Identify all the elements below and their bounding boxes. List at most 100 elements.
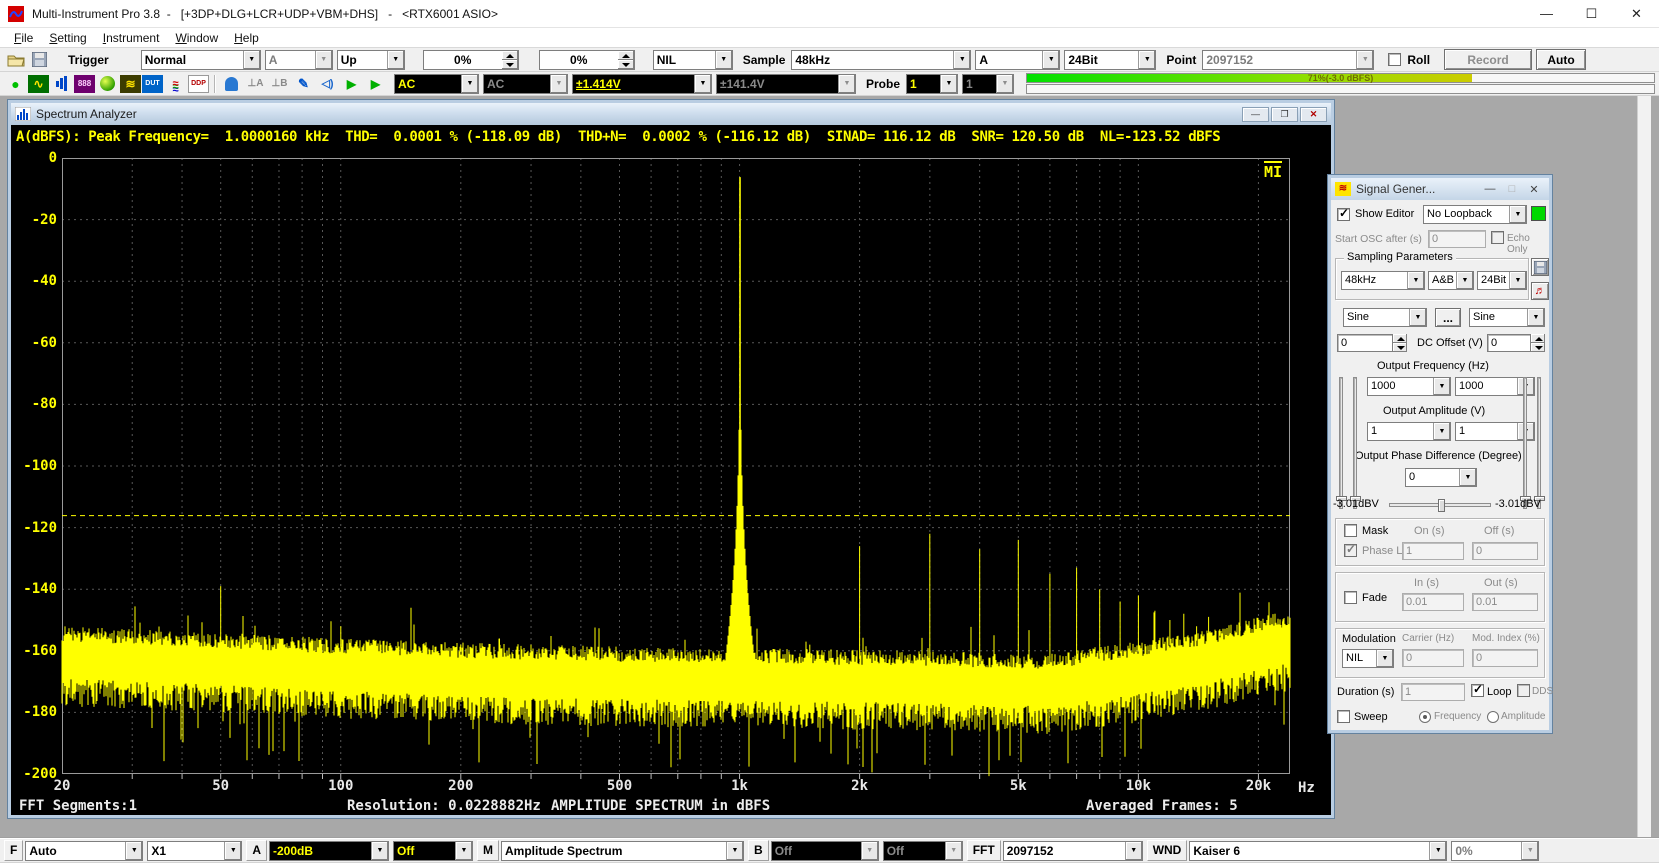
minimize-icon[interactable]: —: [1524, 0, 1569, 28]
display-mode-select[interactable]: Amplitude Spectrum: [501, 841, 744, 861]
sweep-checkbox[interactable]: [1337, 710, 1350, 723]
level-right-label: -3.01dBV: [1495, 498, 1541, 510]
menu-file[interactable]: File: [6, 29, 41, 47]
close-icon[interactable]: ✕: [1300, 107, 1327, 122]
maximize-icon[interactable]: □: [1501, 183, 1523, 196]
range-a-display-select[interactable]: -200dB: [269, 841, 389, 861]
amplitude-a-slider[interactable]: [1339, 377, 1343, 509]
trigger-source-select: A: [265, 50, 333, 70]
spinner-buttons[interactable]: [618, 51, 634, 69]
window-function-select[interactable]: Kaiser 6: [1189, 841, 1447, 861]
sample-rate-select[interactable]: 48kHz: [791, 50, 971, 70]
signal-generator-titlebar[interactable]: ≋ Signal Gener... — □ ✕: [1331, 178, 1549, 200]
ground-a-icon[interactable]: ⊥A: [244, 74, 267, 94]
close-icon[interactable]: ✕: [1614, 0, 1659, 28]
dc-offset-a-input[interactable]: 0: [1337, 334, 1393, 352]
run-icon[interactable]: ●: [4, 74, 27, 94]
multimeter-icon[interactable]: 888: [74, 75, 95, 93]
dc-offset-b-spinner[interactable]: [1531, 334, 1545, 352]
window-title: Multi-Instrument Pro 3.8 - [+3DP+DLG+LCR…: [32, 7, 498, 21]
fft-size-select[interactable]: 2097152: [1003, 841, 1143, 861]
oscilloscope-icon[interactable]: ∿: [28, 75, 49, 93]
music-notes-icon[interactable]: ♬: [1531, 282, 1549, 300]
minimize-icon[interactable]: —: [1242, 107, 1269, 122]
chevron-down-icon: [1409, 309, 1426, 326]
fade-checkbox[interactable]: [1344, 591, 1357, 604]
frequency-b-slider[interactable]: [1523, 377, 1527, 509]
generator-bits-select[interactable]: 24Bit: [1477, 271, 1527, 290]
amplitude-a-select[interactable]: 1: [1367, 422, 1451, 441]
show-editor-checkbox[interactable]: [1337, 208, 1350, 221]
probe-a-select[interactable]: 1: [906, 74, 958, 94]
maximize-icon[interactable]: ☐: [1569, 0, 1614, 28]
spectrum-3d-plot-icon[interactable]: [96, 74, 119, 94]
menu-setting[interactable]: Setting: [41, 29, 94, 47]
modulation-select[interactable]: NIL: [1342, 649, 1394, 668]
trigger-delay-spin[interactable]: 0%: [539, 50, 635, 70]
open-file-icon[interactable]: [4, 50, 27, 70]
spectrum-analyzer-titlebar[interactable]: Spectrum Analyzer — ❐ ✕: [11, 103, 1331, 125]
roll-checkbox[interactable]: [1388, 53, 1401, 66]
loop-checkbox[interactable]: [1471, 684, 1484, 697]
range-a-select[interactable]: ±1.414V: [572, 74, 712, 94]
frequency-a-select[interactable]: 1000: [1367, 377, 1451, 396]
sweep-amplitude-radio[interactable]: [1487, 711, 1499, 723]
ref-a-select[interactable]: Off: [393, 841, 473, 861]
trigger-level-spin[interactable]: 0%: [423, 50, 519, 70]
sample-channel-select[interactable]: A: [975, 50, 1060, 70]
mask-label: Mask: [1362, 525, 1388, 537]
more-waveforms-button[interactable]: ...: [1435, 308, 1461, 327]
waveform-b-select[interactable]: Sine: [1469, 308, 1545, 327]
sweep-frequency-radio[interactable]: [1419, 711, 1431, 723]
generator-channels-select[interactable]: A&B: [1428, 271, 1474, 290]
speaker-icon[interactable]: ◁): [316, 74, 339, 94]
minimize-icon[interactable]: —: [1479, 183, 1501, 196]
spectrum-analyzer-icon[interactable]: [50, 74, 73, 94]
menu-window[interactable]: Window: [167, 29, 226, 47]
dc-offset-a-spinner[interactable]: [1393, 334, 1407, 352]
menu-instrument[interactable]: Instrument: [95, 29, 168, 47]
ground-b-icon[interactable]: ⊥B: [268, 74, 291, 94]
phase-difference-select[interactable]: 0: [1405, 468, 1477, 487]
spinner-buttons[interactable]: [502, 51, 518, 69]
loopback-select[interactable]: No Loopback: [1423, 205, 1527, 224]
zoom-select[interactable]: X1: [147, 841, 242, 861]
amplitude-b-slider[interactable]: [1537, 377, 1541, 509]
save-icon[interactable]: [28, 50, 51, 70]
separator: [214, 75, 216, 93]
coupling-a-select[interactable]: AC: [394, 74, 479, 94]
waveform-a-select[interactable]: Sine: [1343, 308, 1427, 327]
play-a-icon[interactable]: ▶: [340, 74, 363, 94]
ddp-viewer-icon[interactable]: DDP: [188, 75, 209, 93]
save-waveform-icon[interactable]: [1531, 258, 1549, 276]
trigger-edge-select[interactable]: Up: [337, 50, 405, 70]
phase-slider[interactable]: [1389, 503, 1491, 507]
restore-icon[interactable]: ❐: [1271, 107, 1298, 122]
generator-run-indicator[interactable]: [1531, 206, 1546, 221]
spectrum-analyzer-title: Spectrum Analyzer: [36, 107, 137, 121]
trigger-level-value: 0%: [424, 51, 502, 69]
frequency-a-slider[interactable]: [1353, 377, 1357, 509]
data-logger-icon[interactable]: [220, 74, 243, 94]
device-test-plan-icon[interactable]: DUT: [142, 75, 163, 93]
freq-axis-select[interactable]: Auto: [25, 841, 143, 861]
sample-bits-select[interactable]: 24Bit: [1064, 50, 1156, 70]
chevron-down-icon: [224, 842, 241, 860]
range-b-display-value: Off: [772, 842, 861, 860]
signal-generator-icon[interactable]: ≋: [120, 75, 141, 93]
ref-a-value: Off: [394, 842, 455, 860]
dc-offset-b-input[interactable]: 0: [1487, 334, 1531, 352]
generator-rate-select[interactable]: 48kHz: [1341, 271, 1425, 290]
menu-help[interactable]: Help: [226, 29, 267, 47]
close-icon[interactable]: ✕: [1523, 183, 1545, 196]
mask-checkbox[interactable]: [1344, 524, 1357, 537]
auto-button[interactable]: Auto: [1536, 49, 1586, 70]
derived-data-curves-icon[interactable]: ≈: [164, 74, 187, 94]
spectrum-chart[interactable]: [62, 158, 1290, 780]
probe-calibration-icon[interactable]: ✎: [292, 74, 315, 94]
play-b-icon[interactable]: ▶: [364, 74, 387, 94]
trigger-hpf-select[interactable]: NIL: [653, 50, 733, 70]
vertical-scrollbar[interactable]: [1637, 96, 1651, 838]
signal-generator-window: ≋ Signal Gener... — □ ✕ Show Editor No L…: [1328, 175, 1552, 733]
trigger-mode-select[interactable]: Normal: [141, 50, 261, 70]
